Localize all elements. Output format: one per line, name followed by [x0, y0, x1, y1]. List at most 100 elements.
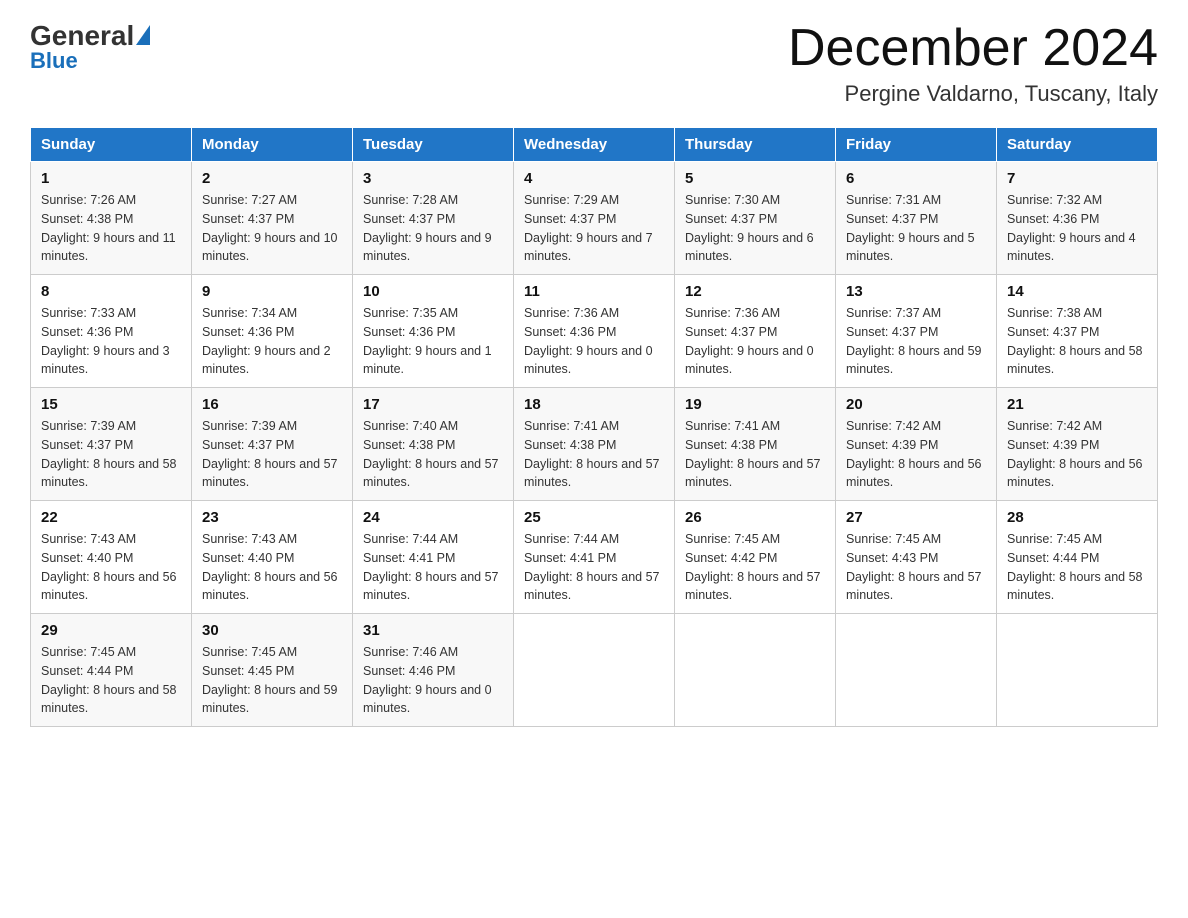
- daylight-label: Daylight: 8 hours and 58 minutes.: [41, 457, 177, 490]
- cell-content: Sunrise: 7:31 AM Sunset: 4:37 PM Dayligh…: [846, 191, 986, 266]
- calendar-cell: 11 Sunrise: 7:36 AM Sunset: 4:36 PM Dayl…: [514, 275, 675, 388]
- sunrise-label: Sunrise: 7:41 AM: [524, 419, 619, 433]
- sunrise-label: Sunrise: 7:36 AM: [685, 306, 780, 320]
- calendar-cell: 2 Sunrise: 7:27 AM Sunset: 4:37 PM Dayli…: [192, 162, 353, 275]
- sunset-label: Sunset: 4:38 PM: [685, 438, 777, 452]
- cell-content: Sunrise: 7:42 AM Sunset: 4:39 PM Dayligh…: [1007, 417, 1147, 492]
- sunset-label: Sunset: 4:38 PM: [41, 212, 133, 226]
- daylight-label: Daylight: 9 hours and 5 minutes.: [846, 231, 975, 264]
- day-number: 4: [524, 170, 664, 187]
- sunrise-label: Sunrise: 7:30 AM: [685, 193, 780, 207]
- day-number: 3: [363, 170, 503, 187]
- sunrise-label: Sunrise: 7:27 AM: [202, 193, 297, 207]
- calendar-cell: 16 Sunrise: 7:39 AM Sunset: 4:37 PM Dayl…: [192, 388, 353, 501]
- sunset-label: Sunset: 4:37 PM: [202, 212, 294, 226]
- daylight-label: Daylight: 8 hours and 56 minutes.: [846, 457, 982, 490]
- day-number: 7: [1007, 170, 1147, 187]
- sunrise-label: Sunrise: 7:28 AM: [363, 193, 458, 207]
- cell-content: Sunrise: 7:41 AM Sunset: 4:38 PM Dayligh…: [685, 417, 825, 492]
- calendar-cell: 8 Sunrise: 7:33 AM Sunset: 4:36 PM Dayli…: [31, 275, 192, 388]
- day-number: 13: [846, 283, 986, 300]
- day-number: 11: [524, 283, 664, 300]
- calendar-cell: 6 Sunrise: 7:31 AM Sunset: 4:37 PM Dayli…: [836, 162, 997, 275]
- calendar-cell: 23 Sunrise: 7:43 AM Sunset: 4:40 PM Dayl…: [192, 501, 353, 614]
- day-number: 31: [363, 622, 503, 639]
- calendar-week-row: 8 Sunrise: 7:33 AM Sunset: 4:36 PM Dayli…: [31, 275, 1158, 388]
- cell-content: Sunrise: 7:44 AM Sunset: 4:41 PM Dayligh…: [363, 530, 503, 605]
- sunset-label: Sunset: 4:40 PM: [41, 551, 133, 565]
- calendar-cell: 5 Sunrise: 7:30 AM Sunset: 4:37 PM Dayli…: [675, 162, 836, 275]
- calendar-header-wednesday: Wednesday: [514, 128, 675, 162]
- day-number: 26: [685, 509, 825, 526]
- calendar-cell: 25 Sunrise: 7:44 AM Sunset: 4:41 PM Dayl…: [514, 501, 675, 614]
- day-number: 15: [41, 396, 181, 413]
- sunset-label: Sunset: 4:37 PM: [363, 212, 455, 226]
- daylight-label: Daylight: 9 hours and 2 minutes.: [202, 344, 331, 377]
- cell-content: Sunrise: 7:30 AM Sunset: 4:37 PM Dayligh…: [685, 191, 825, 266]
- daylight-label: Daylight: 8 hours and 58 minutes.: [1007, 344, 1143, 377]
- sunrise-label: Sunrise: 7:36 AM: [524, 306, 619, 320]
- cell-content: Sunrise: 7:36 AM Sunset: 4:37 PM Dayligh…: [685, 304, 825, 379]
- calendar-cell: 27 Sunrise: 7:45 AM Sunset: 4:43 PM Dayl…: [836, 501, 997, 614]
- day-number: 25: [524, 509, 664, 526]
- sunset-label: Sunset: 4:40 PM: [202, 551, 294, 565]
- daylight-label: Daylight: 8 hours and 57 minutes.: [524, 457, 660, 490]
- day-number: 28: [1007, 509, 1147, 526]
- cell-content: Sunrise: 7:45 AM Sunset: 4:43 PM Dayligh…: [846, 530, 986, 605]
- day-number: 14: [1007, 283, 1147, 300]
- sunset-label: Sunset: 4:37 PM: [685, 325, 777, 339]
- calendar-cell: 26 Sunrise: 7:45 AM Sunset: 4:42 PM Dayl…: [675, 501, 836, 614]
- calendar-cell: 9 Sunrise: 7:34 AM Sunset: 4:36 PM Dayli…: [192, 275, 353, 388]
- month-title: December 2024: [788, 20, 1158, 77]
- sunrise-label: Sunrise: 7:39 AM: [202, 419, 297, 433]
- cell-content: Sunrise: 7:35 AM Sunset: 4:36 PM Dayligh…: [363, 304, 503, 379]
- calendar-cell: 21 Sunrise: 7:42 AM Sunset: 4:39 PM Dayl…: [997, 388, 1158, 501]
- calendar-cell: 7 Sunrise: 7:32 AM Sunset: 4:36 PM Dayli…: [997, 162, 1158, 275]
- daylight-label: Daylight: 8 hours and 59 minutes.: [846, 344, 982, 377]
- daylight-label: Daylight: 9 hours and 4 minutes.: [1007, 231, 1136, 264]
- sunrise-label: Sunrise: 7:40 AM: [363, 419, 458, 433]
- day-number: 18: [524, 396, 664, 413]
- logo-blue-text: Blue: [30, 48, 78, 74]
- calendar-header-thursday: Thursday: [675, 128, 836, 162]
- sunrise-label: Sunrise: 7:42 AM: [846, 419, 941, 433]
- sunset-label: Sunset: 4:41 PM: [363, 551, 455, 565]
- sunrise-label: Sunrise: 7:45 AM: [1007, 532, 1102, 546]
- day-number: 16: [202, 396, 342, 413]
- sunset-label: Sunset: 4:38 PM: [363, 438, 455, 452]
- cell-content: Sunrise: 7:43 AM Sunset: 4:40 PM Dayligh…: [202, 530, 342, 605]
- sunset-label: Sunset: 4:37 PM: [202, 438, 294, 452]
- sunset-label: Sunset: 4:41 PM: [524, 551, 616, 565]
- daylight-label: Daylight: 9 hours and 3 minutes.: [41, 344, 170, 377]
- day-number: 23: [202, 509, 342, 526]
- day-number: 20: [846, 396, 986, 413]
- calendar-cell: 3 Sunrise: 7:28 AM Sunset: 4:37 PM Dayli…: [353, 162, 514, 275]
- calendar-header-sunday: Sunday: [31, 128, 192, 162]
- sunset-label: Sunset: 4:37 PM: [846, 325, 938, 339]
- sunset-label: Sunset: 4:37 PM: [41, 438, 133, 452]
- cell-content: Sunrise: 7:43 AM Sunset: 4:40 PM Dayligh…: [41, 530, 181, 605]
- calendar-cell: 14 Sunrise: 7:38 AM Sunset: 4:37 PM Dayl…: [997, 275, 1158, 388]
- daylight-label: Daylight: 8 hours and 58 minutes.: [1007, 570, 1143, 603]
- cell-content: Sunrise: 7:36 AM Sunset: 4:36 PM Dayligh…: [524, 304, 664, 379]
- sunrise-label: Sunrise: 7:45 AM: [41, 645, 136, 659]
- logo-triangle-icon: [136, 25, 150, 45]
- sunrise-label: Sunrise: 7:33 AM: [41, 306, 136, 320]
- sunset-label: Sunset: 4:45 PM: [202, 664, 294, 678]
- sunset-label: Sunset: 4:43 PM: [846, 551, 938, 565]
- sunset-label: Sunset: 4:46 PM: [363, 664, 455, 678]
- sunrise-label: Sunrise: 7:32 AM: [1007, 193, 1102, 207]
- sunset-label: Sunset: 4:37 PM: [685, 212, 777, 226]
- calendar-week-row: 29 Sunrise: 7:45 AM Sunset: 4:44 PM Dayl…: [31, 614, 1158, 727]
- sunrise-label: Sunrise: 7:26 AM: [41, 193, 136, 207]
- logo: General Blue: [30, 20, 150, 74]
- sunset-label: Sunset: 4:36 PM: [1007, 212, 1099, 226]
- day-number: 27: [846, 509, 986, 526]
- daylight-label: Daylight: 9 hours and 0 minutes.: [685, 344, 814, 377]
- cell-content: Sunrise: 7:44 AM Sunset: 4:41 PM Dayligh…: [524, 530, 664, 605]
- sunrise-label: Sunrise: 7:44 AM: [524, 532, 619, 546]
- cell-content: Sunrise: 7:46 AM Sunset: 4:46 PM Dayligh…: [363, 643, 503, 718]
- cell-content: Sunrise: 7:38 AM Sunset: 4:37 PM Dayligh…: [1007, 304, 1147, 379]
- day-number: 5: [685, 170, 825, 187]
- cell-content: Sunrise: 7:41 AM Sunset: 4:38 PM Dayligh…: [524, 417, 664, 492]
